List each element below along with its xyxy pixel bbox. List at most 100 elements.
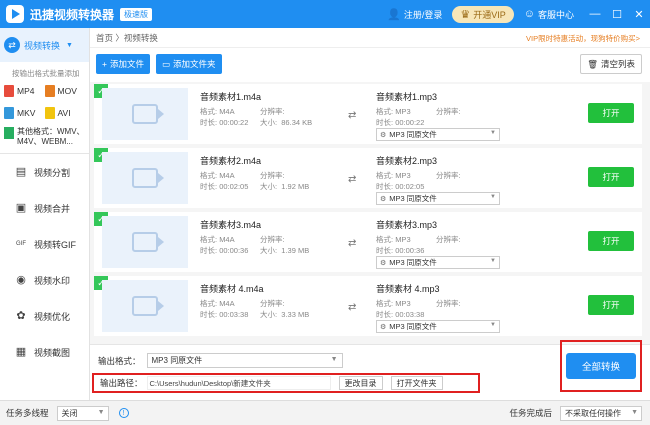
source-size: 1.39 MB bbox=[281, 246, 310, 255]
resolution-label: 分辨率: bbox=[260, 171, 285, 180]
sidebar-item-video-optimize[interactable]: ✿ 视频优化 bbox=[0, 298, 89, 334]
open-folder-button[interactable]: 打开文件夹 bbox=[390, 376, 443, 390]
clear-list-label: 清空列表 bbox=[600, 59, 635, 69]
output-preset-select[interactable]: ⚙ MP3 同原文件 ▼ bbox=[376, 320, 500, 333]
preset-value: MP3 同原文件 bbox=[389, 258, 437, 267]
shuffle-icon: ⇄ bbox=[348, 302, 357, 313]
settings-icon: ⚙ bbox=[380, 323, 387, 331]
status-bar: 任务多线程 关闭 ▼ ! 任务完成后 不采取任何操作 ▼ bbox=[0, 400, 650, 425]
source-format: M4A bbox=[219, 299, 235, 308]
source-format: M4A bbox=[219, 171, 235, 180]
format-label: MOV bbox=[57, 86, 77, 96]
add-file-button[interactable]: + 添加文件 bbox=[96, 54, 150, 74]
size-label: 大小: bbox=[260, 118, 278, 127]
support-center-link[interactable]: ☺ 客服中心 bbox=[524, 8, 574, 21]
folder-icon: ▭ bbox=[161, 58, 171, 69]
output-path-row: 输出路径： C:\Users\hudun\Desktop\新建文件夹 更改目录 … bbox=[92, 373, 480, 393]
output-filename: 音频素材 4.mp3 bbox=[376, 284, 440, 294]
resolution-label: 分辨率: bbox=[260, 107, 285, 116]
source-filename: 音频素材1.m4a bbox=[200, 92, 262, 102]
maximize-button[interactable]: ☐ bbox=[606, 8, 628, 21]
format-label: 格式: bbox=[200, 171, 218, 180]
open-button[interactable]: 打开 bbox=[588, 103, 634, 123]
file-row: ✓ 音频素材3.m4a 格式: M4A 分辨率: 时长: 00:00:36 大小: … bbox=[94, 212, 642, 272]
sidebar-item-label: 视频合并 bbox=[34, 203, 71, 214]
support-label: 客服中心 bbox=[537, 9, 574, 20]
register-login-label: 注册/登录 bbox=[403, 9, 443, 20]
sidebar-item-video-watermark[interactable]: ◉ 视频水印 bbox=[0, 262, 89, 298]
merge-icon: ▣ bbox=[15, 202, 27, 214]
format-label: 格式: bbox=[376, 171, 394, 180]
sidebar-item-video-gif[interactable]: GIF 视频转GIF bbox=[0, 226, 89, 262]
edition-badge: 极速版 bbox=[120, 7, 153, 21]
output-format-select[interactable]: MP3 同原文件 ▼ bbox=[146, 353, 343, 368]
app-logo-icon bbox=[6, 5, 24, 23]
promo-link[interactable]: VIP限时特惠活动，现狗特价购买> bbox=[526, 33, 640, 44]
output-preset-select[interactable]: ⚙ MP3 同原文件 ▼ bbox=[376, 128, 500, 141]
file-row: ✓ 音频素材1.m4a 格式: M4A 分辨率: 时长: 00:00:22 大小: … bbox=[94, 84, 642, 144]
duration-label: 时长: bbox=[200, 118, 218, 127]
source-duration: 00:02:05 bbox=[219, 182, 249, 191]
open-button[interactable]: 打开 bbox=[588, 231, 634, 251]
source-format: M4A bbox=[219, 235, 235, 244]
file-thumbnail bbox=[102, 88, 188, 140]
output-filename: 音频素材2.mp3 bbox=[376, 156, 438, 166]
output-path-field[interactable]: C:\Users\hudun\Desktop\新建文件夹 bbox=[146, 376, 331, 390]
size-label: 大小: bbox=[260, 182, 278, 191]
resolution-label: 分辨率: bbox=[436, 235, 461, 244]
size-label: 大小: bbox=[260, 246, 278, 255]
format-mov[interactable]: MOV bbox=[44, 85, 86, 97]
minimize-button[interactable]: — bbox=[584, 8, 606, 20]
register-login-link[interactable]: 👤 注册/登录 bbox=[387, 8, 442, 21]
video-camera-icon bbox=[132, 296, 164, 316]
on-complete-select[interactable]: 不采取任何操作 ▼ bbox=[560, 405, 642, 421]
resolution-label: 分辨率: bbox=[436, 299, 461, 308]
watermark-icon: ◉ bbox=[16, 274, 26, 286]
output-preset-select[interactable]: ⚙ MP3 同原文件 ▼ bbox=[376, 256, 500, 269]
output-format: MP3 bbox=[395, 107, 411, 116]
sidebar-item-video-merge[interactable]: ▣ 视频合并 bbox=[0, 190, 89, 226]
format-label: 格式: bbox=[200, 235, 218, 244]
source-info: 音频素材 4.m4a 格式: M4A 分辨率: 时长: 00:03:38 大小: 3… bbox=[200, 282, 340, 320]
output-preset-select[interactable]: ⚙ MP3 同原文件 ▼ bbox=[376, 192, 500, 205]
vip-button[interactable]: ♛ 开通VIP bbox=[452, 5, 514, 23]
output-info: 音频素材1.mp3 格式: MP3 分辨率: 时长: 00:00:22 bbox=[376, 90, 506, 128]
multithread-select[interactable]: 关闭 ▼ bbox=[56, 405, 109, 421]
sidebar-item-video-convert[interactable]: ⇄ 视频转换 ▼ bbox=[0, 28, 89, 62]
output-duration: 00:00:22 bbox=[395, 118, 425, 127]
clear-list-button[interactable]: 🗑 清空列表 bbox=[580, 54, 642, 74]
file-row: ✓ 音频素材2.m4a 格式: M4A 分辨率: 时长: 00:02:05 大小: … bbox=[94, 148, 642, 208]
crown-icon: ♛ bbox=[460, 8, 471, 21]
file-thumbnail bbox=[102, 152, 188, 204]
resolution-label: 分辨率: bbox=[260, 299, 285, 308]
sidebar-item-label: 视频截图 bbox=[34, 347, 71, 358]
open-button[interactable]: 打开 bbox=[588, 295, 634, 315]
source-size: 1.92 MB bbox=[281, 182, 310, 191]
format-avi[interactable]: AVI bbox=[44, 107, 86, 119]
format-mp4[interactable]: MP4 bbox=[4, 85, 45, 97]
duration-label: 时长: bbox=[376, 246, 394, 255]
change-directory-button[interactable]: 更改目录 bbox=[338, 376, 383, 390]
open-button[interactable]: 打开 bbox=[588, 167, 634, 187]
chevron-down-icon: ▼ bbox=[490, 130, 496, 136]
output-info: 音频素材2.mp3 格式: MP3 分辨率: 时长: 00:02:05 bbox=[376, 154, 506, 192]
format-mkv[interactable]: MKV bbox=[4, 107, 45, 119]
output-format: MP3 bbox=[395, 235, 411, 244]
file-thumbnail bbox=[102, 280, 188, 332]
chevron-down-icon: ▼ bbox=[490, 194, 496, 200]
sidebar: ⇄ 视频转换 ▼ 按输出格式批量添加 MP4 MOV MKV AVI 其他格式：… bbox=[0, 28, 90, 400]
multithread-label: 任务多线程 bbox=[6, 408, 49, 418]
add-folder-button[interactable]: ▭ 添加文件夹 bbox=[155, 54, 222, 74]
close-button[interactable]: ✕ bbox=[628, 8, 650, 21]
sidebar-item-video-split[interactable]: ▤ 视频分割 bbox=[0, 154, 89, 190]
info-icon[interactable]: ! bbox=[118, 408, 129, 418]
convert-all-button[interactable]: 全部转换 bbox=[566, 353, 636, 379]
format-other[interactable]: 其他格式：WMV、M4V、WEBM... bbox=[0, 119, 89, 147]
output-path-label: 输出路径： bbox=[100, 378, 143, 388]
chevron-down-icon[interactable]: ▼ bbox=[66, 42, 73, 49]
output-duration: 00:03:38 bbox=[395, 310, 425, 319]
chevron-down-icon: ▼ bbox=[490, 258, 496, 264]
scissors-icon: ▤ bbox=[15, 166, 27, 178]
sidebar-item-video-screenshot[interactable]: ▦ 视频截图 bbox=[0, 334, 89, 370]
chevron-down-icon: ▼ bbox=[330, 356, 338, 363]
